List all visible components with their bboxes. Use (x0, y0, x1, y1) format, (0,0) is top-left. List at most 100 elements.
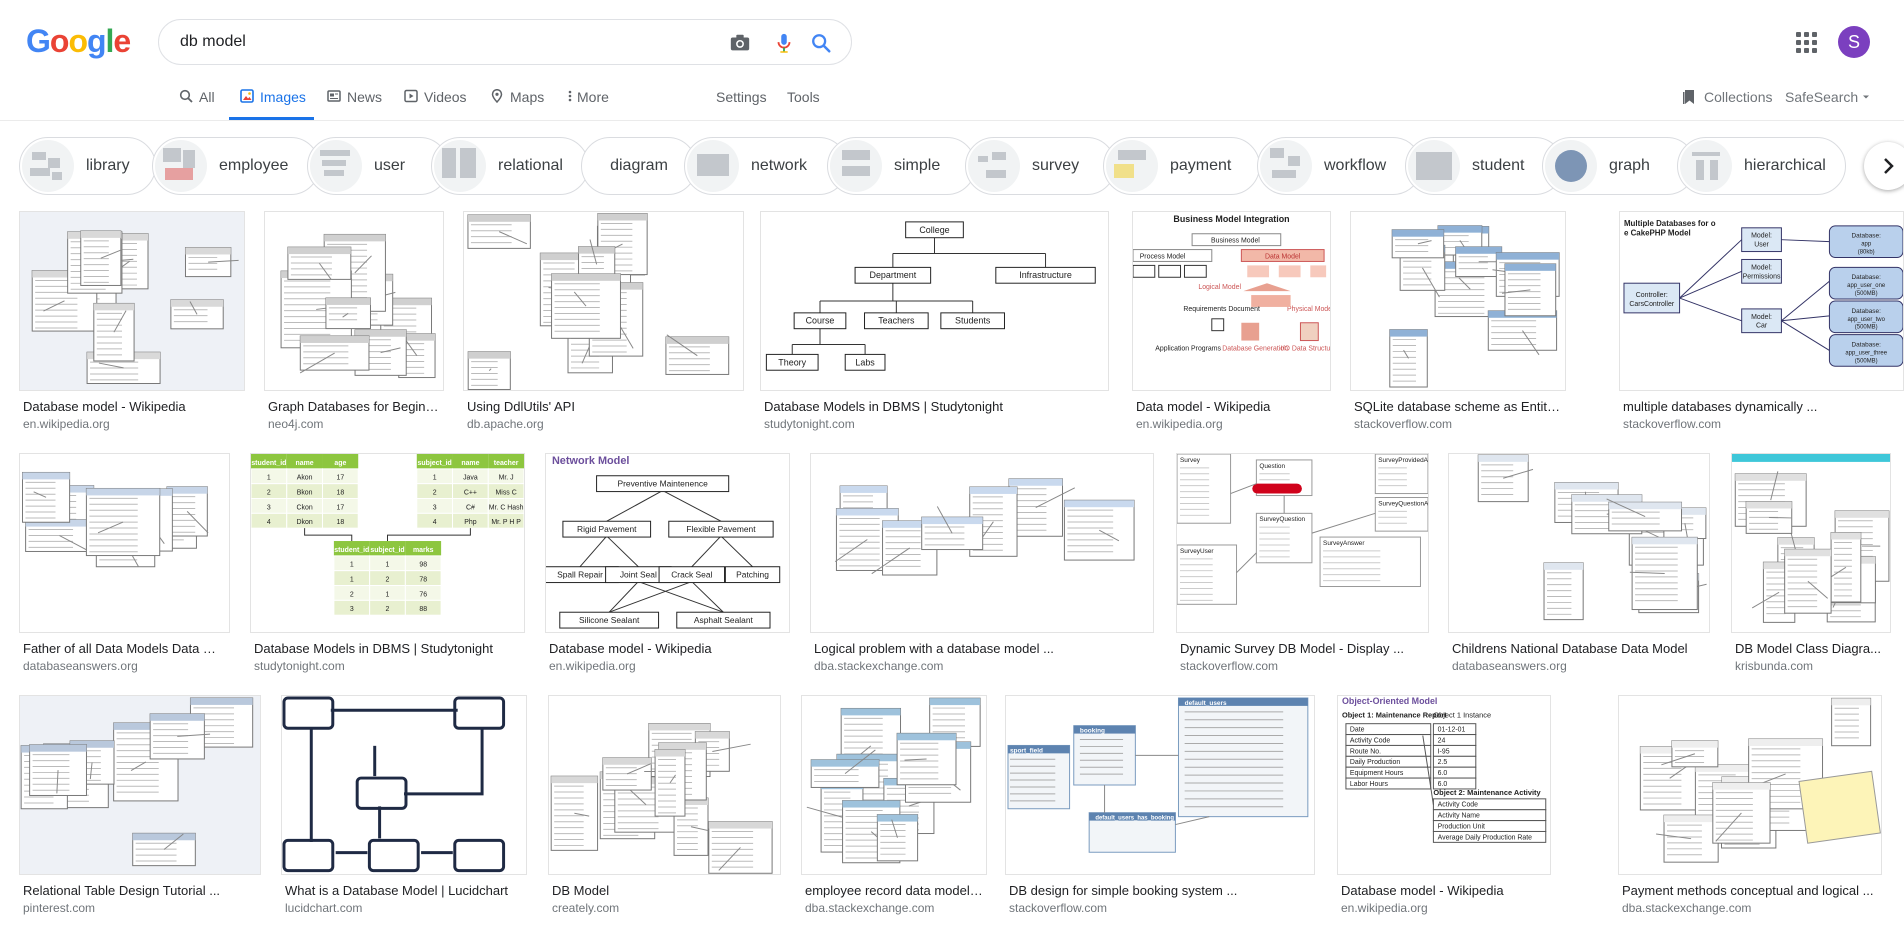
result-source[interactable]: en.wikipedia.org (23, 417, 241, 431)
result-title[interactable]: Database Models in DBMS | Studytonight (254, 641, 521, 656)
result-thumbnail[interactable] (1350, 211, 1566, 391)
result-source[interactable]: pinterest.com (23, 901, 257, 915)
result-title[interactable]: Database Models in DBMS | Studytonight (764, 399, 1105, 414)
image-result[interactable]: What is a Database Model | Lucidchart luc… (281, 695, 527, 917)
image-result[interactable]: Using DdlUtils' API db.apache.org (463, 211, 744, 433)
result-thumbnail[interactable] (801, 695, 987, 875)
chip-survey[interactable]: survey (965, 137, 1116, 195)
chip-student[interactable]: student (1405, 137, 1564, 195)
result-thumbnail[interactable] (19, 211, 245, 391)
result-title[interactable]: Childrens National Database Data Model (1452, 641, 1706, 656)
result-thumbnail[interactable] (548, 695, 781, 875)
result-source[interactable]: stackoverflow.com (1009, 901, 1311, 915)
image-result[interactable]: Network Model Preventive Maintenence Rigid… (545, 453, 790, 675)
search-input[interactable] (180, 33, 680, 51)
image-result[interactable]: Graph Databases for Beginne... neo4j.com (264, 211, 444, 433)
result-source[interactable]: studytonight.com (764, 417, 1105, 431)
chip-hierarchical[interactable]: hierarchical (1677, 137, 1846, 195)
result-thumbnail[interactable]: Business Model Integration Business Model… (1132, 211, 1331, 391)
result-source[interactable]: dba.stackexchange.com (814, 659, 1150, 673)
result-title[interactable]: Using DdlUtils' API (467, 399, 740, 414)
result-source[interactable]: dba.stackexchange.com (805, 901, 983, 915)
tab-more[interactable]: More (567, 85, 609, 120)
result-thumbnail[interactable]: booking sport_field default_users default_u… (1005, 695, 1315, 875)
tab-all[interactable]: All (179, 85, 215, 120)
result-thumbnail[interactable] (1618, 695, 1882, 875)
result-thumbnail[interactable]: College Department Infrastructure Course Tea… (760, 211, 1109, 391)
result-source[interactable]: studytonight.com (254, 659, 521, 673)
result-thumbnail[interactable]: Object-Oriented Model Object 1: Maintenan… (1337, 695, 1551, 875)
result-source[interactable]: stackoverflow.com (1623, 417, 1900, 431)
image-result[interactable]: booking sport_field default_users default_u… (1005, 695, 1315, 917)
result-title[interactable]: Dynamic Survey DB Model - Display ... (1180, 641, 1425, 656)
result-thumbnail[interactable] (281, 695, 527, 875)
tab-tools[interactable]: Tools (787, 85, 820, 120)
result-thumbnail[interactable] (463, 211, 744, 391)
tab-settings[interactable]: Settings (716, 85, 767, 120)
chip-simple[interactable]: simple (827, 137, 976, 195)
microphone-icon[interactable] (772, 31, 796, 55)
chip-workflow[interactable]: workflow (1257, 137, 1422, 195)
result-source[interactable]: lucidchart.com (285, 901, 523, 915)
result-thumbnail[interactable]: Multiple Databases for oe CakePHP Model C… (1619, 211, 1904, 391)
result-source[interactable]: databaseanswers.org (23, 659, 226, 673)
result-title[interactable]: Payment methods conceptual and logical .… (1622, 883, 1878, 898)
chip-library[interactable]: library (19, 137, 156, 195)
safesearch-dropdown[interactable]: SafeSearch (1785, 89, 1871, 105)
result-title[interactable]: DB Model (552, 883, 777, 898)
result-source[interactable]: db.apache.org (467, 417, 740, 431)
image-result[interactable]: Business Model Integration Business Model… (1132, 211, 1331, 433)
result-title[interactable]: Database model - Wikipedia (1341, 883, 1547, 898)
result-title[interactable]: multiple databases dynamically ... (1623, 399, 1900, 414)
image-result[interactable]: DB Model creately.com (548, 695, 781, 917)
google-logo[interactable]: Google (26, 23, 131, 60)
result-thumbnail[interactable]: student_id name age 1 Akon 17 2 Bkon 18 3 Ckon 17 4 D… (250, 453, 525, 633)
apps-grid-icon[interactable] (1794, 30, 1818, 54)
image-result[interactable]: Survey Question SurveyQuestion SurveyProvid… (1176, 453, 1429, 675)
result-title[interactable]: Relational Table Design Tutorial ... (23, 883, 257, 898)
result-title[interactable]: What is a Database Model | Lucidchart (285, 883, 523, 898)
result-thumbnail[interactable]: Survey Question SurveyQuestion SurveyProvid… (1176, 453, 1429, 633)
result-source[interactable]: en.wikipedia.org (1136, 417, 1327, 431)
result-thumbnail[interactable]: Network Model Preventive Maintenence Rigid… (545, 453, 790, 633)
tab-videos[interactable]: Videos (404, 85, 467, 120)
image-result[interactable]: Childrens National Database Data Model da… (1448, 453, 1710, 675)
result-source[interactable]: databaseanswers.org (1452, 659, 1706, 673)
result-title[interactable]: Database model - Wikipedia (549, 641, 786, 656)
image-result[interactable]: employee record data model - ... dba.stac… (801, 695, 987, 917)
chip-payment[interactable]: payment (1103, 137, 1260, 195)
result-title[interactable]: employee record data model - ... (805, 883, 983, 898)
result-source[interactable]: stackoverflow.com (1180, 659, 1425, 673)
result-thumbnail[interactable] (19, 453, 230, 633)
tab-maps[interactable]: Maps (490, 85, 544, 120)
image-result[interactable]: College Department Infrastructure Course Tea… (760, 211, 1109, 433)
image-result[interactable]: Multiple Databases for oe CakePHP Model C… (1619, 211, 1904, 433)
result-source[interactable]: dba.stackexchange.com (1622, 901, 1878, 915)
result-source[interactable]: stackoverflow.com (1354, 417, 1562, 431)
result-source[interactable]: neo4j.com (268, 417, 440, 431)
tab-news[interactable]: News (327, 85, 382, 120)
result-source[interactable]: en.wikipedia.org (549, 659, 786, 673)
chip-network[interactable]: network (684, 137, 848, 195)
result-title[interactable]: Father of all Data Models Data Mo... (23, 641, 226, 656)
result-thumbnail[interactable] (264, 211, 444, 391)
result-title[interactable]: DB design for simple booking system ... (1009, 883, 1311, 898)
result-title[interactable]: Database model - Wikipedia (23, 399, 241, 414)
result-title[interactable]: Graph Databases for Beginne... (268, 399, 440, 414)
image-result[interactable]: Database model - Wikipedia en.wikipedia.o… (19, 211, 245, 433)
chip-graph[interactable]: graph (1542, 137, 1696, 195)
chip-relational[interactable]: relational (431, 137, 589, 195)
collections-link[interactable]: Collections (1682, 89, 1772, 105)
image-result[interactable]: Payment methods conceptual and logical .… (1618, 695, 1882, 917)
result-thumbnail[interactable] (1448, 453, 1710, 633)
image-result[interactable]: Father of all Data Models Data Mo... data… (19, 453, 230, 675)
chip-employee[interactable]: employee (152, 137, 320, 195)
result-source[interactable]: en.wikipedia.org (1341, 901, 1547, 915)
result-thumbnail[interactable] (1731, 453, 1891, 633)
result-title[interactable]: SQLite database scheme as Entity ... (1354, 399, 1562, 414)
image-result[interactable]: SQLite database scheme as Entity ... stac… (1350, 211, 1566, 433)
tab-images[interactable]: Images (229, 85, 314, 120)
result-source[interactable]: creately.com (552, 901, 777, 915)
image-result[interactable]: Logical problem with a database model ..… (810, 453, 1154, 675)
result-title[interactable]: Data model - Wikipedia (1136, 399, 1327, 414)
